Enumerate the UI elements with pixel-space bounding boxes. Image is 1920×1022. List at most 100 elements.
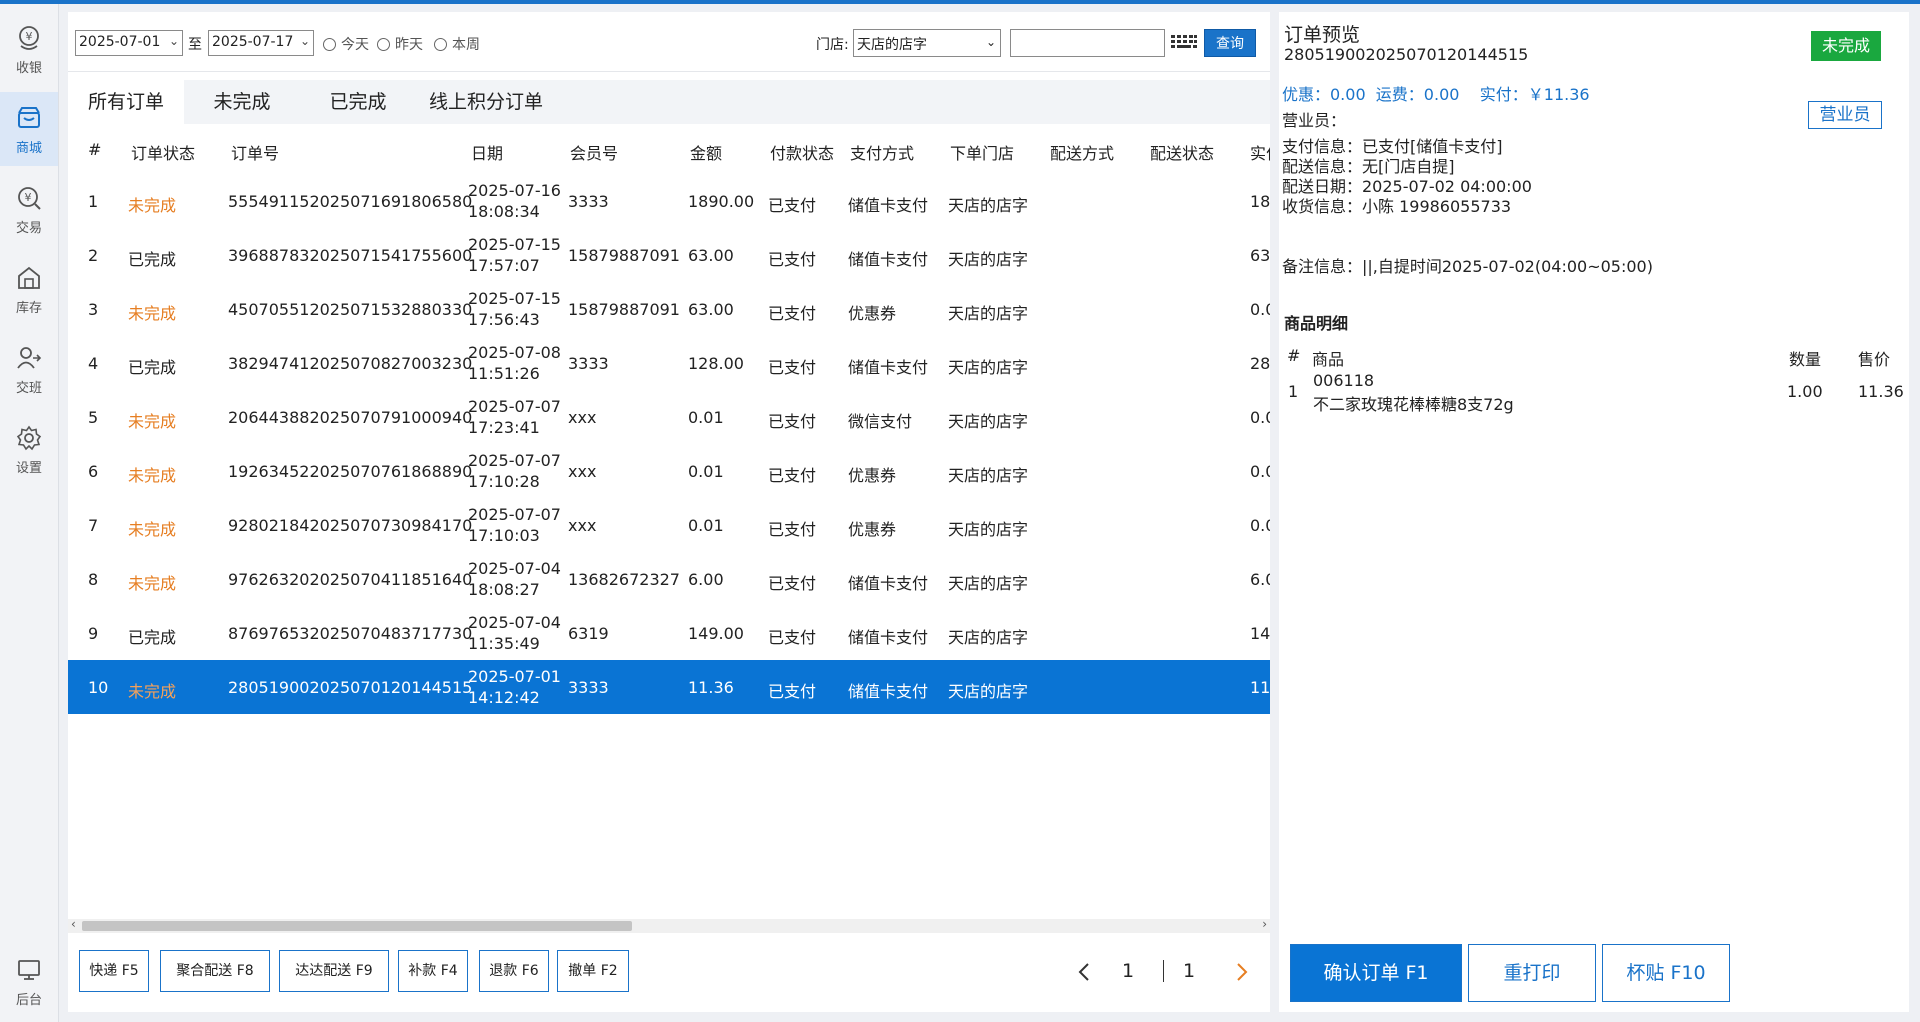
- cell-status: 已完成: [128, 628, 177, 647]
- cell-store: 天店的店字: [948, 304, 1029, 323]
- keyboard-icon[interactable]: [1170, 33, 1198, 53]
- date-to-picker[interactable]: 2025-07-17 ⌄: [208, 30, 314, 56]
- table-header: # 订单状态 订单号 日期 会员号 金额 付款状态 支付方式 下单门店 配送方式…: [68, 124, 1270, 174]
- sidebar-item-label: 交班: [15, 380, 42, 396]
- pagination: 1 1: [1076, 950, 1266, 992]
- cell-datetime: 2025-07-01 14:12:42: [468, 666, 561, 708]
- radio-circle-icon: [377, 37, 390, 51]
- store-select[interactable]: 天店的店字 ⌄: [853, 29, 1001, 57]
- table-row[interactable]: 7 未完成 928021842025070730984170 2025-07-07 17…: [68, 498, 1270, 552]
- cell-store: 天店的店字: [948, 358, 1029, 377]
- cell-no: 10: [88, 678, 109, 697]
- cell-date: 2025-07-15: [468, 235, 561, 254]
- cell-pay-status: 已支付: [768, 628, 817, 647]
- cell-pay-method: 优惠券: [848, 304, 897, 323]
- radio-label: 今天: [341, 37, 369, 53]
- col-member: 会员号: [570, 144, 619, 163]
- refund-button[interactable]: 退款 F6: [479, 950, 549, 992]
- sidebar-item-settings[interactable]: 设置: [0, 412, 58, 486]
- select-staff-button[interactable]: 营业员: [1808, 101, 1882, 129]
- radio-yesterday[interactable]: 昨天: [377, 34, 423, 54]
- cancel-order-button[interactable]: 撤单 F2: [557, 950, 629, 992]
- sidebar-item-label: 交易: [15, 220, 42, 236]
- tab-all-orders[interactable]: 所有订单: [68, 80, 184, 124]
- cell-no: 6: [88, 462, 99, 481]
- item-code: 006118: [1313, 371, 1375, 390]
- store-select-value: 天店的店字: [857, 37, 927, 53]
- cell-store: 天店的店字: [948, 250, 1029, 269]
- item-col-product: 商品: [1312, 350, 1345, 369]
- supplement-payment-button[interactable]: 补款 F4: [398, 950, 468, 992]
- confirm-order-button[interactable]: 确认订单 F1: [1290, 944, 1462, 1002]
- chevron-right-icon[interactable]: ›: [1262, 917, 1267, 931]
- cell-amount: 0.01: [688, 408, 724, 427]
- table-row[interactable]: 10 未完成 280519002025070120144515 2025-07-01 1…: [68, 660, 1270, 714]
- chevron-left-icon[interactable]: ‹: [71, 917, 76, 931]
- cell-status: 已完成: [128, 250, 177, 269]
- col-status: 订单状态: [131, 144, 196, 163]
- search-input[interactable]: [1010, 29, 1165, 57]
- express-button[interactable]: 快递 F5: [79, 950, 149, 992]
- item-qty: 1.00: [1787, 382, 1823, 401]
- cell-member: 3333: [568, 354, 609, 373]
- date-from-picker[interactable]: 2025-07-01 ⌄: [75, 30, 183, 56]
- tab-complete[interactable]: 已完成: [300, 80, 416, 124]
- cell-no: 7: [88, 516, 99, 535]
- sidebar-item-shift[interactable]: 交班: [0, 332, 58, 406]
- cell-paid: 63.00: [1250, 246, 1270, 265]
- store-label: 门店:: [816, 37, 849, 53]
- cell-member: 3333: [568, 678, 609, 697]
- sidebar-item-inventory[interactable]: 库存: [0, 252, 58, 326]
- cell-date: 2025-07-07: [468, 451, 561, 470]
- cell-no: 4: [88, 354, 99, 373]
- radio-today[interactable]: 今天: [323, 34, 369, 54]
- query-button[interactable]: 查询: [1204, 29, 1256, 57]
- cell-no: 8: [88, 570, 99, 589]
- cell-datetime: 2025-07-04 18:08:27: [468, 558, 561, 600]
- order-preview-panel: 订单预览 280519002025070120144515 未完成 优惠：0.0…: [1279, 12, 1909, 1012]
- cell-member: 6319: [568, 624, 609, 643]
- tab-incomplete[interactable]: 未完成: [184, 80, 300, 124]
- item-col-qty: 数量: [1789, 350, 1822, 369]
- table-row[interactable]: 4 已完成 382947412025070827003230 2025-07-08 11…: [68, 336, 1270, 390]
- cell-paid: 1890.00: [1250, 192, 1270, 211]
- sidebar-item-cashier[interactable]: ¥ 收银: [0, 12, 58, 86]
- cell-date: 2025-07-07: [468, 397, 561, 416]
- dada-delivery-button[interactable]: 达达配送 F9: [279, 950, 389, 992]
- scrollbar-thumb[interactable]: [82, 921, 632, 931]
- table-row[interactable]: 6 未完成 192634522025070761868890 2025-07-07 17…: [68, 444, 1270, 498]
- cell-status: 未完成: [128, 304, 177, 323]
- cell-amount: 63.00: [688, 246, 734, 265]
- order-list-panel: 2025-07-01 ⌄ 至 2025-07-17 ⌄ 今天 昨天 本周 门店:…: [68, 12, 1270, 1012]
- cell-store: 天店的店字: [948, 628, 1029, 647]
- table-row[interactable]: 5 未完成 206443882025070791000940 2025-07-07 17…: [68, 390, 1270, 444]
- cell-order-no: 280519002025070120144515: [228, 678, 473, 697]
- table-row[interactable]: 3 未完成 450705512025071532880330 2025-07-15 17…: [68, 282, 1270, 336]
- cell-date: 2025-07-01: [468, 667, 561, 686]
- sidebar-item-store[interactable]: 商城: [0, 92, 58, 166]
- items-section-title: 商品明细: [1284, 314, 1349, 333]
- aggregate-delivery-button[interactable]: 聚合配送 F8: [160, 950, 270, 992]
- sidebar-item-label: 收银: [15, 60, 42, 76]
- table-row[interactable]: 8 未完成 976263202025070411851640 2025-07-04 18…: [68, 552, 1270, 606]
- chevron-right-icon[interactable]: [1234, 962, 1250, 982]
- sidebar-item-label: 库存: [15, 300, 42, 316]
- table-row[interactable]: 9 已完成 876976532025070483717730 2025-07-04 11…: [68, 606, 1270, 660]
- radio-this-week[interactable]: 本周: [434, 34, 480, 54]
- reprint-button[interactable]: 重打印: [1468, 944, 1596, 1002]
- table-row[interactable]: 1 未完成 555491152025071691806580 2025-07-16 18…: [68, 174, 1270, 228]
- tab-online-points[interactable]: 线上积分订单: [416, 80, 556, 124]
- cell-amount: 0.01: [688, 516, 724, 535]
- cell-amount: 1890.00: [688, 192, 755, 211]
- cell-time: 11:51:26: [468, 364, 540, 383]
- col-pay-status: 付款状态: [770, 144, 835, 163]
- sidebar-item-trade[interactable]: ¥ 交易: [0, 172, 58, 246]
- cup-sticker-button[interactable]: 杯贴 F10: [1602, 944, 1730, 1002]
- sidebar-item-backend[interactable]: 后台: [0, 944, 58, 1018]
- store-icon: [14, 103, 44, 133]
- horizontal-scrollbar[interactable]: ‹ ›: [68, 917, 1270, 933]
- cell-store: 天店的店字: [948, 682, 1029, 701]
- table-row[interactable]: 2 已完成 396887832025071541755600 2025-07-15 17…: [68, 228, 1270, 282]
- chevron-left-icon[interactable]: [1076, 962, 1092, 982]
- col-order-no: 订单号: [231, 144, 280, 163]
